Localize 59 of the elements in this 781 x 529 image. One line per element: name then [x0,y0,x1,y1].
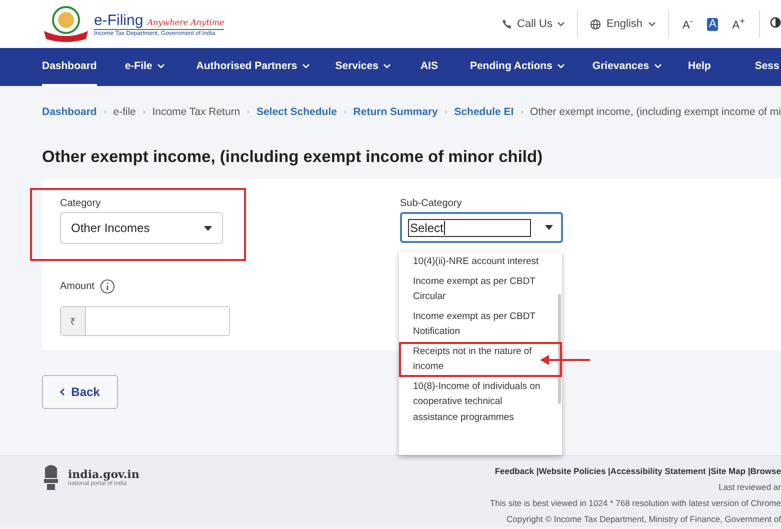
contrast-icon[interactable] [770,17,781,28]
logo-title: e-Filing Anywhere Anytime [94,12,224,28]
breadcrumb-text: e-file [113,106,136,118]
footer-text: Last reviewed ar [718,482,781,492]
footer-text: This site is best viewed in 1024 * 768 resolution with latest version of Chrome [490,498,781,508]
chevron-right-icon [344,108,346,116]
nav-menu-item[interactable]: Dashboard [42,48,97,86]
breadcrumb-link[interactable]: Select Schedule [256,106,337,118]
breadcrumb-link[interactable]: Schedule EI [454,106,514,118]
logo-tagline: Anywhere Anytime [147,18,224,26]
chevron-right-icon [142,108,146,116]
footer-text: Copyright © Income Tax Department, Ministry of Finance, Government of [506,514,781,524]
amount-field[interactable]: ₹ [60,306,230,336]
chevron-down-icon [557,21,566,27]
nav-menu-item[interactable]: Pending Actions [470,48,566,86]
caret-down-icon [545,225,553,230]
dropdown-option[interactable]: 10(8)-Income of individuals on cooperative technical assistance programmes [399,376,562,427]
portal-title[interactable]: india.gov.in [68,468,140,481]
font-size-button[interactable]: A$^{-}$ [680,15,695,33]
footer-links[interactable]: Feedback |Website Policies |Accessibility Statement |Site Map |Browse [494,466,781,476]
chevron-right-icon [104,108,106,116]
breadcrumb-link[interactable]: Return Summary [353,106,438,118]
sub-category-dropdown[interactable]: Select [400,212,563,243]
breadcrumb-link[interactable]: Dashboard [42,106,97,118]
field-label: Category [60,198,102,209]
nav-menu-item[interactable]: e-File [124,48,166,86]
chevron-right-icon [247,108,250,116]
nav-menu-item[interactable]: Grievances [592,48,662,86]
dropdown-option[interactable]: 10(4)(ii)-NRE account interest [399,252,562,272]
font-size-button[interactable]: A$^{+}$ [730,15,747,33]
page-heading: Other exempt income, (including exempt income of minor child) [42,148,544,167]
language-menu[interactable]: English [578,10,669,38]
arrow-icon [540,354,592,366]
nav-menu-item[interactable]: Help [688,48,711,86]
field-label: Sub-Category [400,198,463,209]
chevron-left-icon [60,388,66,396]
chevron-right-icon [444,108,448,116]
phone-icon [502,19,512,29]
nav-menu-item[interactable]: Sess [754,48,780,86]
back-button[interactable]: Back [42,375,118,409]
category-dropdown[interactable]: Other Incomes [60,212,223,244]
chevron-down-icon [648,21,656,27]
field-label: Amount [60,281,94,292]
nav-menu-item[interactable]: Services [335,48,392,86]
breadcrumb-text: Income Tax Return [152,106,240,118]
emblem-logo-icon [42,5,90,43]
caret-down-icon [204,226,212,230]
font-size-button[interactable]: A [706,18,718,30]
nav-menu-item[interactable]: AIS [420,48,438,86]
nav-menu-item[interactable]: Authorised Partners [196,48,310,86]
breadcrumb-text: Other exempt income, (including exempt income of mi [530,106,781,118]
dropdown-option[interactable]: Receipts not in the nature of income [399,342,562,376]
currency-symbol: ₹ [61,307,86,335]
globe-icon [590,18,602,30]
dropdown-option[interactable]: Income exempt as per CBDT Circular [399,272,562,306]
call-us-menu[interactable]: Call Us [490,10,578,38]
info-icon[interactable] [100,279,116,294]
chevron-right-icon [520,108,524,116]
dropdown-option[interactable]: Income exempt as per CBDT Notification [399,306,562,342]
